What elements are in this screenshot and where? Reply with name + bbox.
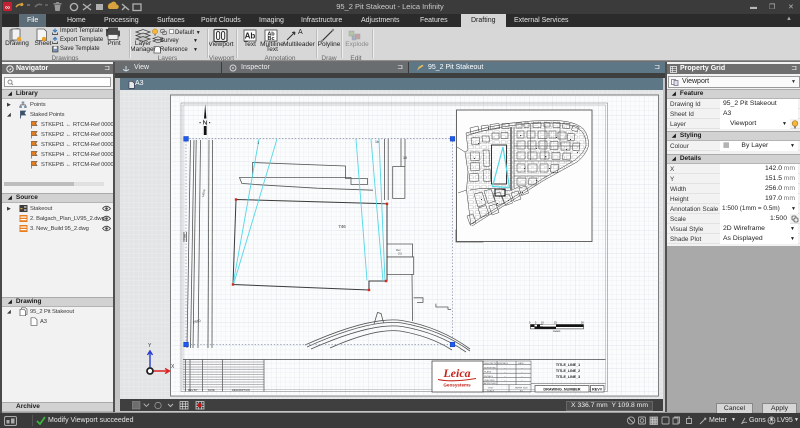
svg-text:TITLE_LINE_2: TITLE_LINE_2 (556, 369, 580, 373)
svg-text:DESCRIPTION: DESCRIPTION (484, 363, 499, 365)
svg-text:DRAWING_NUMBER: DRAWING_NUMBER (543, 388, 580, 392)
svg-text:DATE: DATE (208, 388, 215, 392)
svg-text:PAPER SIZE: PAPER SIZE (515, 387, 528, 390)
svg-text:Geosystems: Geosystems (443, 383, 471, 388)
svg-text:∞: ∞ (5, 4, 10, 11)
svg-text:DETAILS: DETAILS (499, 362, 508, 365)
svg-text:Ref: Ref (396, 248, 401, 252)
svg-text:meters: meters (553, 330, 561, 333)
svg-text:APPROVED: APPROVED (484, 382, 497, 385)
svg-text:SCALE: SCALE (487, 389, 495, 392)
svg-text:PLANS: PLANS (484, 371, 492, 374)
svg-text:REV#: REV# (592, 388, 603, 392)
svg-text:TITLE_LINE_1: TITLE_LINE_1 (556, 363, 580, 367)
svg-text:Leica: Leica (442, 366, 470, 380)
svg-text:A: A (298, 29, 303, 36)
svg-text:201: 201 (398, 253, 403, 256)
svg-text:CHECKED: CHECKED (484, 380, 495, 382)
svg-text:18: 18 (403, 156, 407, 160)
svg-text:DESCRIPTION: DESCRIPTION (232, 388, 250, 392)
svg-text:TEXT: TEXT (488, 388, 494, 390)
svg-text:TITLE_LINE_3: TITLE_LINE_3 (556, 375, 580, 379)
svg-text:SURVEYED: SURVEYED (484, 367, 496, 369)
svg-text:DETAILS: DETAILS (484, 375, 493, 378)
svg-text:746: 746 (338, 224, 346, 229)
svg-text:REV BY: REV BY (188, 388, 198, 392)
svg-text:Ab: Ab (245, 32, 256, 41)
svg-text:1b: 1b (375, 140, 379, 144)
svg-text:DATE: DATE (518, 362, 524, 365)
